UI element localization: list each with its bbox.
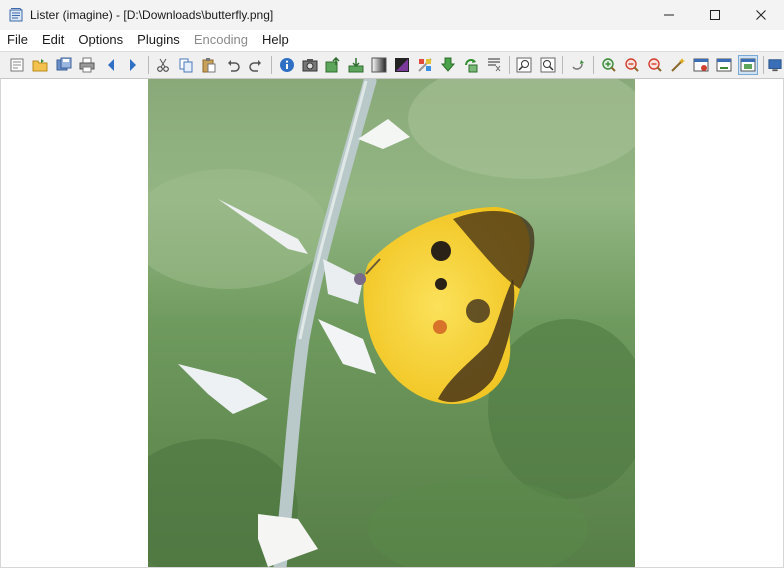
negative-button[interactable] [393,56,411,74]
import-icon [348,58,364,73]
menu-options[interactable]: Options [71,30,130,50]
fit-width-button[interactable] [715,56,733,74]
fit-best-button[interactable] [738,55,758,75]
properties-button[interactable] [8,56,26,74]
undo-icon [228,60,240,72]
menu-plugins[interactable]: Plugins [130,30,187,50]
zoom-out-icon [625,58,639,72]
copy-button[interactable] [177,56,195,74]
rotate-icon [465,59,478,73]
toolbar-separator [148,56,149,74]
zoom-out-fit-button[interactable] [539,56,557,74]
previous-icon [108,59,114,71]
redo-button[interactable] [247,56,265,74]
magic-wand-icon [671,58,685,72]
zoom-in-icon [602,58,616,72]
zoom-reset-icon [648,58,662,72]
export-button[interactable] [324,56,342,74]
cut-icon [157,58,169,72]
slideshow-button[interactable] [301,56,319,74]
fullscreen-icon [768,59,782,72]
grayscale-button[interactable] [370,56,388,74]
open-icon [32,59,48,72]
zoom-out-button[interactable] [623,56,641,74]
slideshow-icon [302,59,318,72]
rotate-button[interactable] [462,56,480,74]
paste-button[interactable] [200,56,218,74]
refresh-icon [572,60,584,70]
image-viewer[interactable] [0,79,784,568]
toolbar-separator [509,56,510,74]
cut-button[interactable] [154,56,172,74]
download-button[interactable] [439,56,457,74]
save-as-button[interactable] [55,56,73,74]
effects-icon [488,58,501,72]
zoom-reset-button[interactable] [646,56,664,74]
open-button[interactable] [31,56,49,74]
print-button[interactable] [78,56,96,74]
menu-bar: File Edit Options Plugins Encoding Help [0,30,784,50]
import-button[interactable] [347,56,365,74]
undo-button[interactable] [224,56,242,74]
download-icon [440,57,456,72]
previous-button[interactable] [102,56,120,74]
paste-icon [202,58,216,73]
maximize-icon [710,10,720,20]
menu-edit[interactable]: Edit [35,30,71,50]
color-adjust-button[interactable] [416,56,434,74]
magic-wand-button[interactable] [669,56,687,74]
effects-button[interactable] [485,56,503,74]
redo-icon [249,60,261,72]
zoom-in-button[interactable] [600,56,618,74]
fit-width-icon [716,58,732,72]
fit-best-icon [740,58,756,72]
zoom-out-fit-icon [540,57,556,73]
toolbar-separator [562,56,563,74]
next-icon [130,59,136,71]
color-adjust-icon [418,58,432,72]
title-bar[interactable]: Lister (imagine) - [D:\Downloads\butterf… [0,0,784,30]
toolbar-separator [763,56,764,74]
fit-window-icon [693,58,709,72]
save-as-icon [56,57,72,71]
window-controls [646,0,784,30]
lister-app-icon [9,8,23,22]
close-icon [756,10,766,20]
properties-icon [10,58,24,72]
minimize-button[interactable] [646,0,692,30]
butterfly-image [148,79,635,567]
minimize-icon [664,14,674,16]
fit-window-button[interactable] [692,56,710,74]
info-button[interactable] [278,56,296,74]
grayscale-icon [371,57,387,73]
zoom-in-fit-icon [516,57,532,73]
next-button[interactable] [124,56,142,74]
copy-icon [179,58,193,73]
export-icon [325,57,340,73]
menu-encoding[interactable]: Encoding [187,30,255,50]
window-title: Lister (imagine) - [D:\Downloads\butterf… [30,8,274,22]
maximize-button[interactable] [692,0,738,30]
toolbar [0,51,784,79]
zoom-in-fit-button[interactable] [515,56,533,74]
refresh-button[interactable] [569,56,587,74]
toolbar-separator [271,56,272,74]
close-button[interactable] [738,0,784,30]
fullscreen-button[interactable] [768,56,782,74]
info-icon [280,58,294,72]
toolbar-separator [593,56,594,74]
print-icon [79,57,95,73]
menu-file[interactable]: File [0,30,35,50]
menu-help[interactable]: Help [255,30,296,50]
negative-icon [395,58,409,72]
